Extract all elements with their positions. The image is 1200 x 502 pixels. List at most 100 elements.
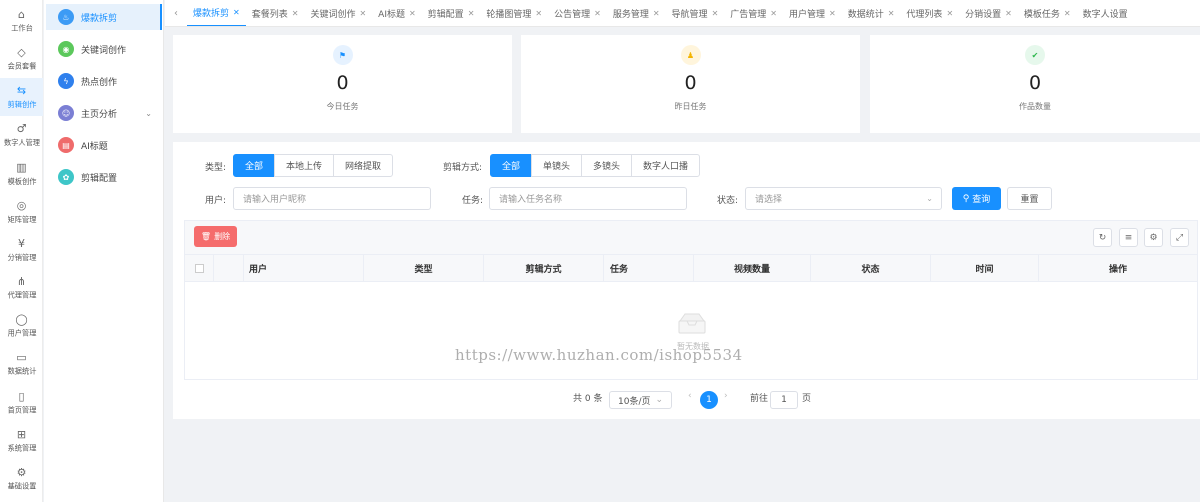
close-icon[interactable]: ✕ (535, 9, 542, 18)
tab-service[interactable]: 服务管理 ✕ (607, 0, 666, 26)
close-icon[interactable]: ✕ (712, 9, 719, 18)
submenu-item-ai-title[interactable]: ▤ AI标题 (46, 132, 162, 158)
stat-value: 0 (336, 72, 349, 94)
tab-packages[interactable]: 套餐列表 ✕ (246, 0, 305, 26)
reset-button[interactable]: 重置 (1007, 187, 1052, 210)
close-icon[interactable]: ✕ (946, 9, 953, 18)
close-icon[interactable]: ✕ (1005, 9, 1012, 18)
submenu-item-homepage-analysis[interactable]: ☺ 主页分析 ⌄ (46, 100, 162, 126)
type-option-all[interactable]: 全部 (233, 154, 276, 177)
submenu-item-keyword[interactable]: ◉ 关键词创作 (46, 36, 162, 62)
edit-option-single[interactable]: 单镜头 (531, 154, 583, 177)
chevron-left-icon[interactable]: ‹ (165, 8, 187, 19)
edit-option-digital-human[interactable]: 数字人口播 (631, 154, 701, 177)
delete-button[interactable]: 🗑 删除 (194, 226, 237, 247)
rail-item-distribution[interactable]: ¥ 分销管理 (0, 231, 43, 269)
rail-label: 矩阵管理 (7, 214, 36, 224)
goto-page-input[interactable]: 1 (770, 391, 798, 409)
next-page-icon[interactable]: › (724, 391, 728, 401)
close-icon[interactable]: ✕ (653, 9, 660, 18)
status-select[interactable]: 请选择 ⌄ (745, 187, 942, 210)
rail-item-agent[interactable]: ⋔ 代理管理 (0, 269, 43, 307)
close-icon[interactable]: ✕ (1064, 9, 1071, 18)
refresh-icon[interactable]: ↻ (1093, 228, 1112, 247)
rail-label: 数据统计 (7, 366, 36, 376)
tab-distribution[interactable]: 分销设置 ✕ (959, 0, 1018, 26)
column-settings-icon[interactable]: ⚙ (1144, 228, 1163, 247)
close-icon[interactable]: ✕ (770, 9, 777, 18)
tab-label: 关键词创作 (310, 9, 356, 20)
tab-carousel[interactable]: 轮播图管理 ✕ (480, 0, 548, 26)
doc-icon: ▤ (58, 137, 74, 153)
tab-users[interactable]: 用户管理 ✕ (783, 0, 842, 26)
close-icon[interactable]: ✕ (468, 9, 475, 18)
type-option-web-extract[interactable]: 网络提取 (333, 154, 394, 177)
chevron-down-icon: ⌄ (145, 108, 152, 118)
tab-label: 公告管理 (554, 9, 591, 20)
delete-label: 删除 (214, 232, 231, 241)
rail-item-membership[interactable]: ◇ 会员套餐 (0, 40, 43, 78)
tab-keyword[interactable]: 关键词创作 ✕ (304, 0, 372, 26)
tab-viral-edit[interactable]: 爆款拆剪 ✕ (187, 0, 246, 26)
tab-announcement[interactable]: 公告管理 ✕ (548, 0, 607, 26)
list-density-icon[interactable]: ≡ (1119, 228, 1138, 247)
tabs-bar: ‹ 爆款拆剪 ✕ 套餐列表 ✕ 关键词创作 ✕ AI标题 ✕ 剪辑配置 ✕ 轮播图管理 ✕ … (165, 0, 1200, 27)
bolt-icon: ϟ (58, 73, 74, 89)
edit-option-all[interactable]: 全部 (490, 154, 533, 177)
rail-label: 数字人管理 (3, 137, 40, 147)
column-task: 任务 (604, 255, 694, 281)
submenu-item-edit-config[interactable]: ✿ 剪辑配置 (46, 164, 162, 190)
close-icon[interactable]: ✕ (888, 9, 895, 18)
close-icon[interactable]: ✕ (292, 9, 299, 18)
tab-ads[interactable]: 广告管理 ✕ (724, 0, 783, 26)
rail-item-users[interactable]: ◯ 用户管理 (0, 307, 43, 345)
page-size-select[interactable]: 10条/页 ⌄ (609, 391, 672, 409)
tab-statistics[interactable]: 数据统计 ✕ (842, 0, 901, 26)
tab-edit-config[interactable]: 剪辑配置 ✕ (422, 0, 481, 26)
close-icon[interactable]: ✕ (409, 9, 416, 18)
fullscreen-icon[interactable]: ⤢ (1170, 228, 1189, 247)
rail-item-digital-human[interactable]: ♂ 数字人管理 (0, 116, 43, 154)
prev-page-icon[interactable]: ‹ (688, 391, 692, 401)
pagination-total: 共 0 条 (573, 394, 603, 404)
tab-label: 服务管理 (612, 9, 649, 20)
rail-item-workbench[interactable]: ⌂ 工作台 (0, 2, 43, 40)
user-filter-label: 用户: (205, 196, 227, 206)
trash-icon: 🗑 (200, 232, 212, 241)
column-status: 状态 (811, 255, 931, 281)
submenu-item-hotspot[interactable]: ϟ 热点创作 (46, 68, 162, 94)
rail-item-matrix[interactable]: ◎ 矩阵管理 (0, 193, 43, 231)
tab-ai-title[interactable]: AI标题 ✕ (372, 0, 422, 26)
stat-value: 0 (684, 72, 697, 94)
user-search-input[interactable]: 请输入用户昵称 (233, 187, 431, 210)
type-option-local-upload[interactable]: 本地上传 (274, 154, 335, 177)
close-icon[interactable]: ✕ (359, 9, 366, 18)
close-icon[interactable]: ✕ (829, 9, 836, 18)
phone-icon: ▯ (18, 389, 25, 403)
rail-item-system[interactable]: ⊞ 系统管理 (0, 422, 43, 460)
rail-item-statistics[interactable]: ▭ 数据统计 (0, 345, 43, 383)
edit-option-multi[interactable]: 多镜头 (581, 154, 633, 177)
user-icon: ◯ (15, 312, 28, 326)
rail-item-homepage[interactable]: ▯ 首页管理 (0, 384, 43, 422)
rail-item-settings[interactable]: ⚙ 基础设置 (0, 460, 43, 498)
tab-digital-human[interactable]: 数字人设置 (1077, 0, 1134, 26)
tab-agents[interactable]: 代理列表 ✕ (900, 0, 959, 26)
rail-label: 剪辑创作 (7, 99, 36, 109)
rail-label: 首页管理 (7, 405, 36, 415)
rail-item-edit-creation[interactable]: ⇆ 剪辑创作 (0, 78, 43, 116)
index-column (214, 255, 244, 281)
task-search-input[interactable]: 请输入任务名称 (489, 187, 687, 210)
close-icon[interactable]: ✕ (233, 8, 240, 17)
rail-item-template[interactable]: ▥ 模板创作 (0, 155, 43, 193)
query-button[interactable]: ⚲ 查询 (952, 187, 1001, 210)
tab-navigation[interactable]: 导航管理 ✕ (666, 0, 725, 26)
close-icon[interactable]: ✕ (594, 9, 601, 18)
person-icon: ♟ (680, 45, 701, 65)
page-number-current[interactable]: 1 (700, 391, 718, 409)
tab-template-tasks[interactable]: 模板任务 ✕ (1018, 0, 1077, 26)
select-all-checkbox[interactable] (185, 255, 214, 281)
column-time: 时间 (931, 255, 1039, 281)
page-size-value: 10条/页 (618, 396, 651, 407)
submenu-item-viral-edit[interactable]: ♨ 爆款拆剪 (46, 4, 162, 30)
